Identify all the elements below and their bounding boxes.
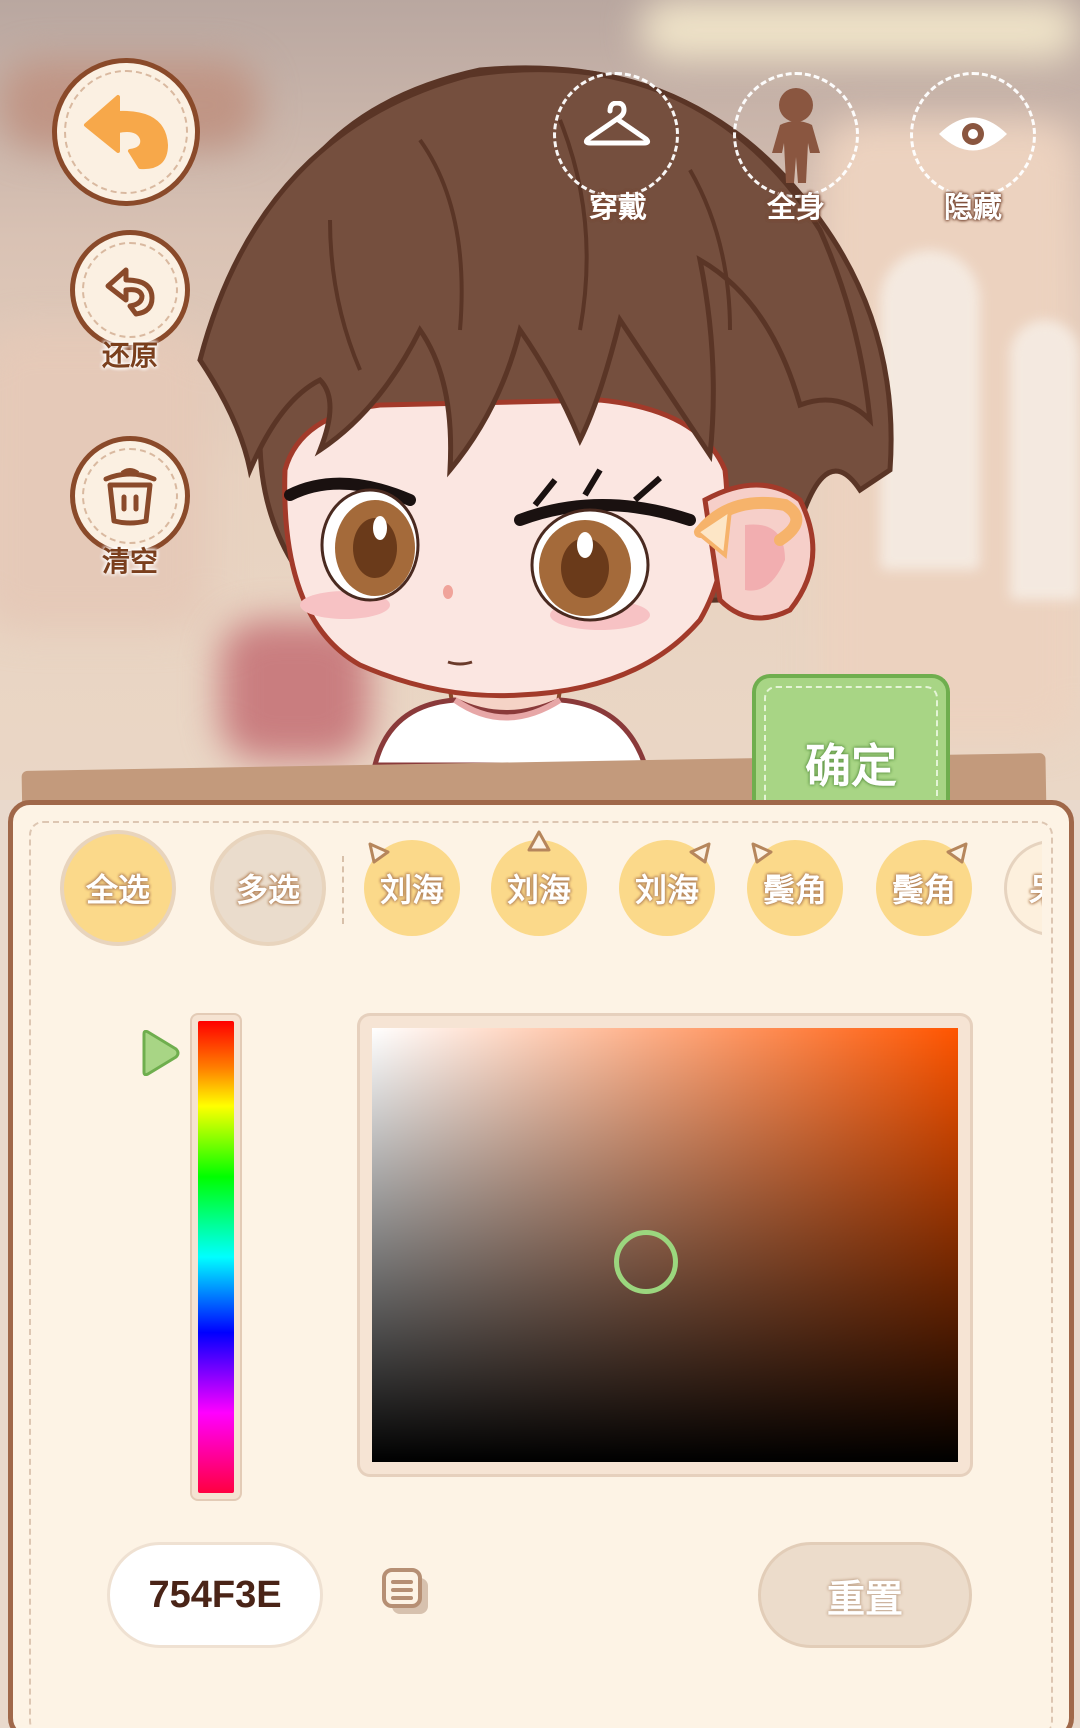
fullbody-button[interactable] <box>733 72 859 198</box>
part-chip-label: 刘海 <box>506 871 571 909</box>
back-arrow-icon <box>84 95 168 170</box>
hue-gradient-bar <box>198 1021 234 1493</box>
chips-overflow-clip: 呆 <box>1000 836 1042 940</box>
top-marker-icon <box>527 830 551 852</box>
part-chip-label: 鬓角 <box>762 871 827 909</box>
part-chip-bangs-left[interactable]: 刘海 <box>364 840 460 936</box>
body-figure-icon <box>772 88 820 183</box>
part-chip-bangs-top[interactable]: 刘海 <box>491 830 587 936</box>
restore-label: 还原 <box>101 339 158 372</box>
wear-label: 穿戴 <box>588 190 647 224</box>
clear-button[interactable] <box>70 436 190 556</box>
hue-slider[interactable] <box>192 1015 240 1499</box>
part-chip-sideburn-right[interactable]: 鬓角 <box>876 840 972 936</box>
fullbody-label: 全身 <box>766 190 825 224</box>
copy-icon[interactable] <box>380 1566 432 1618</box>
select-all-chip[interactable]: 全选 <box>60 830 176 946</box>
hex-color-input[interactable]: 754F3E <box>107 1542 323 1648</box>
hide-button[interactable] <box>910 72 1036 198</box>
eye-icon <box>939 117 1007 151</box>
select-all-label: 全选 <box>85 871 150 909</box>
right-marker-icon <box>689 842 711 864</box>
left-marker-icon <box>751 842 773 864</box>
restore-button[interactable] <box>70 230 190 350</box>
multi-select-chip[interactable]: 多选 <box>210 830 326 946</box>
hue-pointer-icon[interactable] <box>140 1030 182 1076</box>
wear-button[interactable] <box>553 72 679 198</box>
part-chip-sideburn-left[interactable]: 鬓角 <box>747 840 843 936</box>
left-marker-icon <box>368 842 390 864</box>
color-cursor[interactable] <box>614 1230 678 1294</box>
trash-icon <box>103 468 157 526</box>
hanger-icon <box>583 101 651 146</box>
part-chip-label: 刘海 <box>379 871 444 909</box>
undo-icon <box>105 267 155 317</box>
multi-select-label: 多选 <box>235 871 300 909</box>
chips-divider <box>342 856 344 924</box>
part-chip-partial[interactable]: 呆 <box>1004 840 1042 936</box>
back-button[interactable] <box>52 58 200 206</box>
reset-button[interactable]: 重置 <box>758 1542 972 1648</box>
part-chip-label: 呆 <box>1029 865 1042 911</box>
part-chip-label: 鬓角 <box>891 871 956 909</box>
confirm-button[interactable]: 确定 <box>752 674 950 814</box>
part-chip-label: 刘海 <box>634 871 699 909</box>
right-marker-icon <box>946 842 968 864</box>
part-chip-bangs-right[interactable]: 刘海 <box>619 840 715 936</box>
clear-label: 清空 <box>101 545 158 578</box>
hide-label: 隐藏 <box>943 190 1002 224</box>
confirm-label: 确定 <box>805 739 897 793</box>
